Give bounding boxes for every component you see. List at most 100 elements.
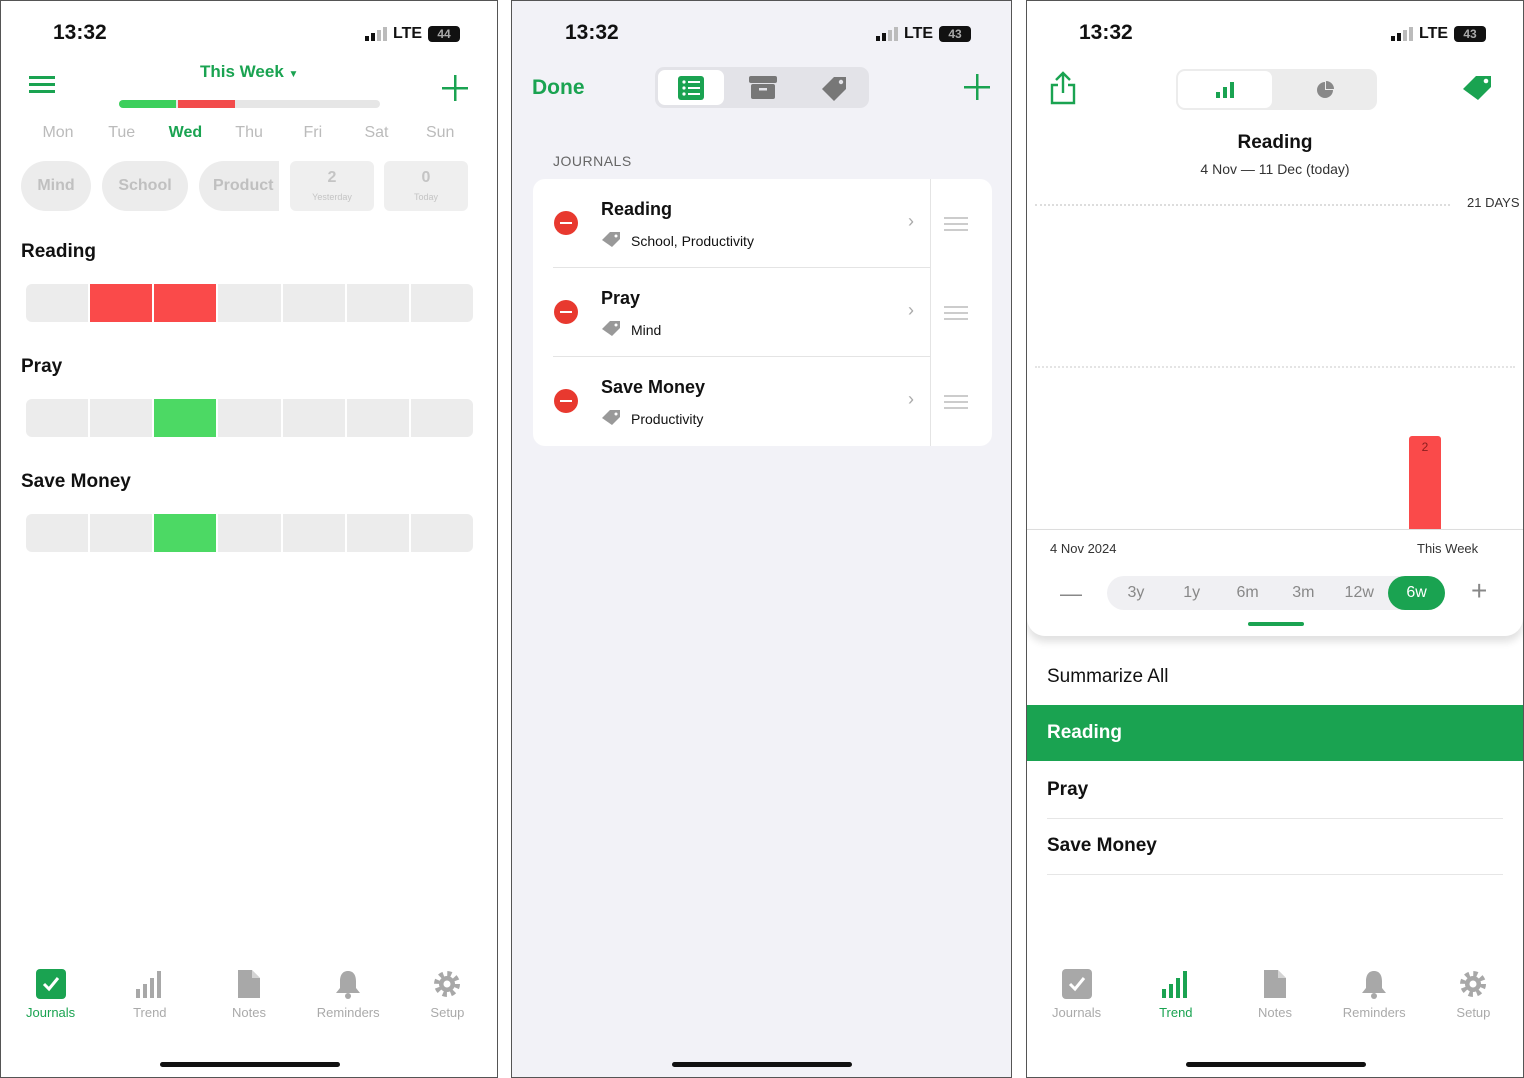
tab-label: Setup — [1456, 1005, 1491, 1020]
tab-label: Trend — [1159, 1005, 1193, 1020]
day-cell[interactable] — [90, 399, 153, 437]
day-cell[interactable] — [154, 514, 217, 552]
range-1y[interactable]: 1y — [1165, 576, 1219, 610]
x-axis-baseline — [1027, 529, 1523, 530]
battery-icon: 43 — [939, 26, 972, 42]
tab-reminders[interactable]: Reminders — [1325, 967, 1424, 1027]
delete-icon[interactable] — [554, 211, 578, 235]
tab-journals[interactable]: Journals — [1027, 967, 1126, 1027]
segment-tags[interactable] — [800, 70, 866, 105]
status-time: 13:32 — [565, 21, 619, 44]
day-cell[interactable] — [218, 284, 281, 322]
status-time: 13:32 — [1079, 21, 1133, 44]
day-fri[interactable]: Fri — [288, 124, 338, 142]
tab-reminders[interactable]: Reminders — [299, 967, 398, 1027]
day-cell[interactable] — [346, 514, 409, 552]
delete-icon[interactable] — [554, 389, 578, 413]
trend-list-item[interactable]: Reading — [1027, 705, 1523, 762]
day-cell[interactable] — [26, 399, 89, 437]
day-cell[interactable] — [154, 284, 217, 322]
tab-journals[interactable]: Journals — [1, 967, 100, 1027]
done-button[interactable]: Done — [532, 76, 585, 100]
segment-bar-chart[interactable] — [1178, 71, 1272, 108]
day-cell[interactable] — [218, 514, 281, 552]
range-6w[interactable]: 6w — [1388, 576, 1445, 610]
network-label: LTE — [1419, 25, 1449, 42]
segment-pie-chart[interactable] — [1276, 71, 1374, 108]
day-mon[interactable]: Mon — [33, 124, 83, 142]
day-cell[interactable] — [218, 399, 281, 437]
range-6m[interactable]: 6m — [1221, 576, 1275, 610]
tab-trend[interactable]: Trend — [1126, 967, 1225, 1027]
segment-list[interactable] — [658, 70, 724, 105]
day-sat[interactable]: Sat — [352, 124, 402, 142]
journal-row[interactable]: Save Money Productivity › — [533, 357, 992, 446]
journal-title[interactable]: Save Money — [21, 471, 131, 493]
day-cell[interactable] — [26, 284, 89, 322]
x-start-label: 4 Nov 2024 — [1050, 541, 1117, 556]
chart-title: Reading — [1237, 132, 1313, 153]
filter-mind[interactable]: Mind — [21, 161, 91, 211]
trend-list-item[interactable]: Save Money — [1027, 818, 1523, 874]
journal-title[interactable]: Reading — [21, 241, 96, 263]
day-cell[interactable] — [346, 399, 409, 437]
day-cell[interactable] — [282, 284, 345, 322]
home-indicator — [672, 1062, 852, 1067]
journal-row[interactable]: Reading School, Productivity › — [533, 179, 992, 268]
chevron-right-icon: › — [908, 211, 914, 231]
tab-notes[interactable]: Notes — [1225, 967, 1324, 1027]
day-cell[interactable] — [282, 514, 345, 552]
chart-subtitle: 4 Nov — 11 Dec (today) — [1200, 161, 1350, 177]
bar-chart-icon — [1216, 81, 1234, 98]
zoom-out-button[interactable]: — — [1060, 581, 1082, 607]
reorder-handle[interactable] — [930, 179, 992, 268]
journal-week-grid — [26, 284, 473, 322]
journal-tags: School, Productivity — [601, 231, 754, 250]
tags-text: School, Productivity — [631, 232, 754, 249]
day-cell[interactable] — [90, 514, 153, 552]
day-thu[interactable]: Thu — [224, 124, 274, 142]
tab-trend[interactable]: Trend — [100, 967, 199, 1027]
journal-row[interactable]: Pray Mind › — [533, 268, 992, 357]
reorder-handle[interactable] — [930, 268, 992, 357]
reminders-icon — [1325, 967, 1424, 1001]
day-cell[interactable] — [154, 399, 217, 437]
day-wed[interactable]: Wed — [160, 124, 210, 142]
reminders-icon — [299, 967, 398, 1001]
range-3y[interactable]: 3y — [1109, 576, 1163, 610]
day-cell[interactable] — [410, 514, 473, 552]
range-3m[interactable]: 3m — [1276, 576, 1330, 610]
journals-list: Reading School, Productivity › Pray Mind › Sav… — [533, 179, 992, 446]
chart-type-segmented-control — [1176, 69, 1377, 110]
filter-productivity[interactable]: Product — [199, 161, 279, 211]
trend-list-item[interactable]: Summarize All — [1027, 649, 1523, 705]
add-journal-button[interactable] — [442, 75, 468, 106]
tab-setup[interactable]: Setup — [1424, 967, 1523, 1027]
tab-setup[interactable]: Setup — [398, 967, 497, 1027]
journal-title[interactable]: Pray — [21, 356, 62, 378]
day-cell[interactable] — [26, 514, 89, 552]
add-button[interactable] — [964, 74, 990, 105]
tab-notes[interactable]: Notes — [199, 967, 298, 1027]
day-cell[interactable] — [410, 284, 473, 322]
journal-week-grid — [26, 514, 473, 552]
menu-icon[interactable] — [29, 75, 55, 100]
zoom-in-button[interactable]: + — [1471, 577, 1487, 605]
day-sun[interactable]: Sun — [415, 124, 465, 142]
setup-icon — [1424, 967, 1523, 1001]
signal-icon — [365, 27, 387, 41]
day-cell[interactable] — [346, 284, 409, 322]
tag-button[interactable] — [1461, 73, 1493, 106]
day-cell[interactable] — [90, 284, 153, 322]
day-cell[interactable] — [282, 399, 345, 437]
filter-school[interactable]: School — [102, 161, 188, 211]
segment-archive[interactable] — [730, 70, 796, 105]
delete-icon[interactable] — [554, 300, 578, 324]
reorder-handle[interactable] — [930, 357, 992, 446]
range-12w[interactable]: 12w — [1332, 576, 1386, 610]
day-tue[interactable]: Tue — [97, 124, 147, 142]
share-button[interactable] — [1049, 71, 1077, 110]
period-dropdown[interactable]: This Week ▼ — [200, 62, 298, 82]
day-cell[interactable] — [410, 399, 473, 437]
trend-list-item[interactable]: Pray — [1027, 762, 1523, 818]
